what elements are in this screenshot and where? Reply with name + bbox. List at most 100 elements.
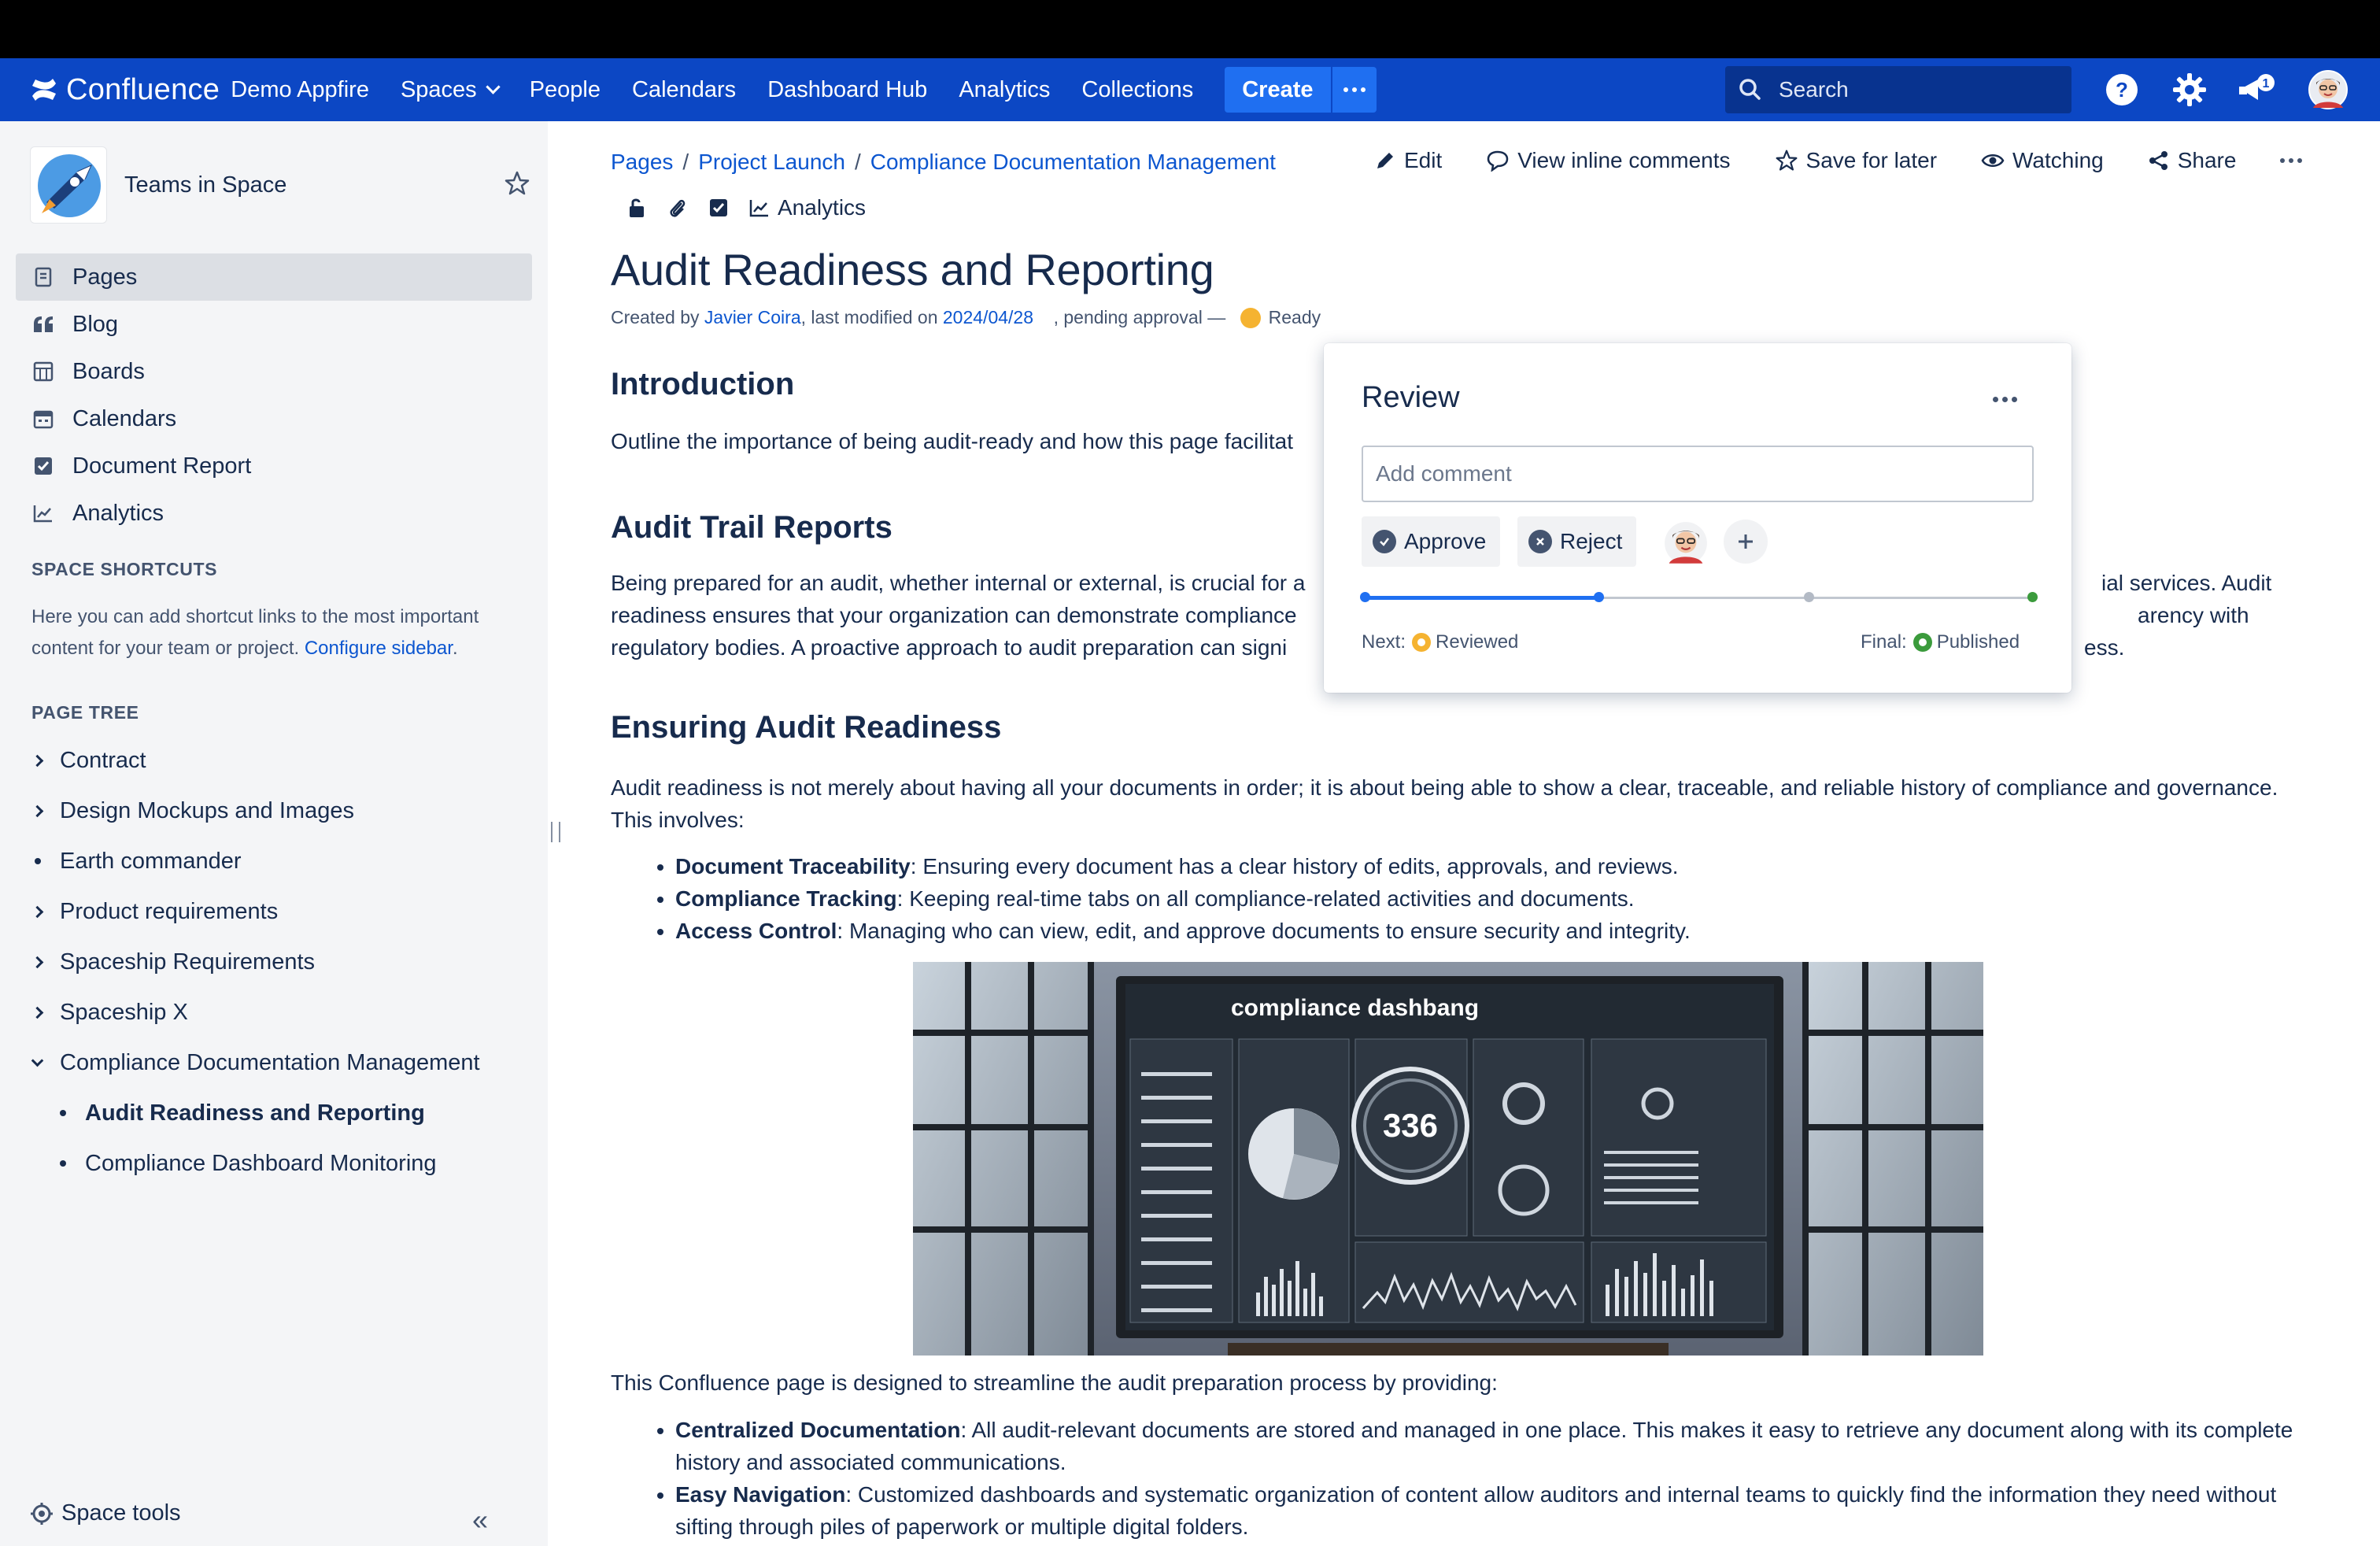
author-link[interactable]: Javier Coira <box>704 307 801 328</box>
tree-item-label: Spaceship X <box>60 999 188 1025</box>
list-item-term: Document Traceability <box>675 854 911 878</box>
status-badge[interactable]: Ready <box>1269 307 1321 328</box>
sidebar-item-analytics[interactable]: Analytics <box>16 490 532 537</box>
final-state-label: Published <box>1936 631 2020 653</box>
tree-item[interactable]: Earth commander <box>31 836 535 886</box>
add-reviewer-button[interactable] <box>1724 520 1768 564</box>
list-item-text: : Customized dashboards and systematic o… <box>675 1482 2277 1539</box>
breadcrumb-item[interactable]: Project Launch <box>698 150 845 175</box>
text-line: ial services. Audit <box>2101 571 2272 595</box>
edit-button[interactable]: Edit <box>1374 148 1442 173</box>
breadcrumb-separator: / <box>682 150 689 174</box>
breadcrumb-item[interactable]: Compliance Documentation Management <box>870 150 1276 175</box>
save-for-later-button[interactable]: Save for later <box>1775 148 1938 173</box>
inline-comments-label: View inline comments <box>1517 148 1731 172</box>
comment-input[interactable]: Add comment <box>1362 446 2034 502</box>
create-button-group: Create <box>1225 67 1377 113</box>
nav-analytics[interactable]: Analytics <box>959 77 1050 103</box>
tree-item[interactable]: Compliance Dashboard Monitoring <box>31 1138 535 1189</box>
sidebar-item-document-report[interactable]: Document Report <box>16 442 532 490</box>
sidebar-item-blog[interactable]: Blog <box>16 301 532 348</box>
review-more-icon[interactable] <box>1993 397 2017 402</box>
status-ready-icon[interactable] <box>1240 307 1261 328</box>
list-item-text: : Ensuring every document has a clear hi… <box>910 854 1679 878</box>
comment-icon <box>1486 150 1510 172</box>
space-tools-label: Space tools <box>61 1500 181 1526</box>
approve-label: Approve <box>1404 529 1487 553</box>
chevron-down-icon[interactable] <box>31 1054 44 1067</box>
text-line: regulatory bodies. A proactive approach … <box>611 635 1288 660</box>
settings-icon[interactable] <box>2169 69 2210 110</box>
nav-dashboard-hub[interactable]: Dashboard Hub <box>767 77 927 103</box>
chevron-right-icon[interactable] <box>31 804 44 817</box>
list-item-text: : Managing who can view, edit, and appro… <box>837 919 1691 943</box>
analytics-link[interactable]: Analytics <box>749 195 866 220</box>
list-item-text: : Keeping real-time tabs on all complian… <box>896 886 1635 911</box>
search-placeholder: Search <box>1779 77 1849 102</box>
configure-sidebar-link[interactable]: Configure sidebar <box>305 638 453 659</box>
list-item-term: Access Control <box>675 919 837 943</box>
chevron-right-icon[interactable] <box>31 905 44 918</box>
tree-item[interactable]: Product requirements <box>31 886 535 937</box>
search-input[interactable]: Search <box>1725 66 2071 113</box>
tree-item[interactable]: Contract <box>31 735 535 786</box>
confluence-logo[interactable]: Confluence <box>30 73 220 107</box>
eye-icon <box>1981 151 2005 170</box>
nav-calendars[interactable]: Calendars <box>632 77 736 103</box>
list-item: Compliance Tracking: Keeping real-time t… <box>675 882 2311 915</box>
page-actions: Edit View inline comments Save for later… <box>1374 148 2303 173</box>
breadcrumb-separator: / <box>854 150 861 174</box>
chevron-down-icon <box>485 79 501 94</box>
more-actions-icon[interactable] <box>2280 158 2303 163</box>
create-more-button[interactable] <box>1332 67 1377 113</box>
list-item: Easy Navigation: Customized dashboards a… <box>675 1478 2311 1543</box>
nav-spaces[interactable]: Spaces <box>401 77 501 103</box>
view-inline-comments-button[interactable]: View inline comments <box>1486 148 1731 173</box>
tree-item[interactable]: Spaceship Requirements <box>31 937 535 987</box>
modified-date-link[interactable]: 2024/04/28 <box>943 307 1033 328</box>
share-button[interactable]: Share <box>2148 148 2236 173</box>
tree-item[interactable]: Compliance Documentation Management <box>31 1037 535 1088</box>
attachment-icon[interactable] <box>667 197 688 219</box>
create-button[interactable]: Create <box>1225 67 1332 113</box>
unlock-icon[interactable] <box>626 197 647 219</box>
profile-avatar[interactable] <box>2308 69 2349 110</box>
sidebar-item-calendars[interactable]: Calendars <box>16 395 532 442</box>
nav-people[interactable]: People <box>530 77 601 103</box>
watching-button[interactable]: Watching <box>1981 148 2104 173</box>
pencil-icon <box>1374 150 1396 172</box>
confluence-logo-icon <box>32 79 56 101</box>
breadcrumb-item[interactable]: Pages <box>611 150 673 175</box>
chevron-right-icon[interactable] <box>31 754 44 767</box>
chevron-right-icon[interactable] <box>31 956 44 968</box>
hero-number: 336 <box>1383 1107 1438 1144</box>
window-top-bar <box>0 0 2380 58</box>
product-name: Confluence <box>66 72 220 106</box>
star-icon[interactable] <box>504 170 530 201</box>
tree-item[interactable]: Design Mockups and Images <box>31 786 535 836</box>
tree-item-current[interactable]: Audit Readiness and Reporting <box>31 1088 535 1138</box>
tree-item[interactable]: Spaceship X <box>31 987 535 1037</box>
site-name[interactable]: Demo Appfire <box>231 77 369 103</box>
collapse-sidebar-icon[interactable]: « <box>472 1503 488 1537</box>
features-list: Centralized Documentation: All audit-rel… <box>611 1414 2311 1543</box>
space-tools-button[interactable]: Space tools <box>30 1500 181 1526</box>
space-header[interactable]: Teams in Space <box>30 146 286 224</box>
notifications-icon[interactable]: 1 <box>2237 69 2278 110</box>
sidebar-item-boards[interactable]: Boards <box>16 348 532 395</box>
byline-prefix: Created by <box>611 307 704 327</box>
chevron-right-icon[interactable] <box>31 1006 44 1019</box>
approve-button[interactable]: Approve <box>1362 516 1501 567</box>
watching-label: Watching <box>2012 148 2104 172</box>
reviewer-avatar[interactable] <box>1664 521 1708 569</box>
reject-button[interactable]: Reject <box>1517 516 1637 567</box>
review-title: Review <box>1362 381 1460 414</box>
quote-icon <box>31 313 55 336</box>
help-icon[interactable]: ? <box>2101 69 2142 110</box>
text-line: ess. <box>2084 635 2125 660</box>
sidebar-item-label: Calendars <box>72 405 177 431</box>
save-for-later-label: Save for later <box>1805 148 1938 172</box>
nav-collections[interactable]: Collections <box>1081 77 1193 103</box>
sidebar-item-pages[interactable]: Pages <box>16 253 532 301</box>
checklist-icon[interactable] <box>708 197 729 219</box>
